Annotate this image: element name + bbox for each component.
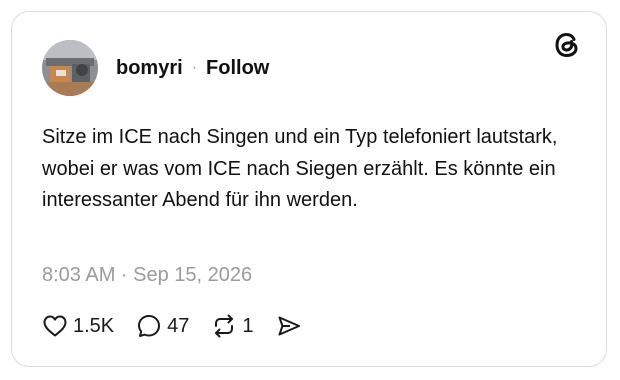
avatar[interactable] [42, 40, 98, 96]
reply-count: 47 [167, 314, 190, 337]
follow-button[interactable]: Follow [206, 56, 269, 80]
username[interactable]: bomyri [116, 56, 183, 80]
heart-icon [42, 314, 68, 338]
threads-logo-icon[interactable] [552, 30, 582, 60]
send-icon [276, 314, 302, 338]
action-bar: 1.5K 47 1 [42, 310, 324, 342]
repost-icon [211, 313, 237, 339]
repost-button[interactable]: 1 [211, 313, 254, 339]
speech-bubble-icon [136, 313, 162, 339]
separator-dot: · [191, 59, 198, 76]
reply-button[interactable]: 47 [136, 313, 189, 339]
post-timestamp[interactable]: 8:03 AM · Sep 15, 2026 [42, 262, 252, 288]
like-button[interactable]: 1.5K [42, 314, 114, 338]
like-count: 1.5K [73, 314, 115, 337]
share-button[interactable] [276, 314, 302, 338]
post-card: bomyri · Follow Sitze im ICE nach Singen… [11, 11, 607, 367]
post-header: bomyri · Follow [42, 39, 269, 97]
user-row: bomyri · Follow [116, 56, 269, 80]
repost-count: 1 [242, 314, 254, 337]
post-text: Sitze im ICE nach Singen und ein Typ tel… [42, 126, 558, 211]
